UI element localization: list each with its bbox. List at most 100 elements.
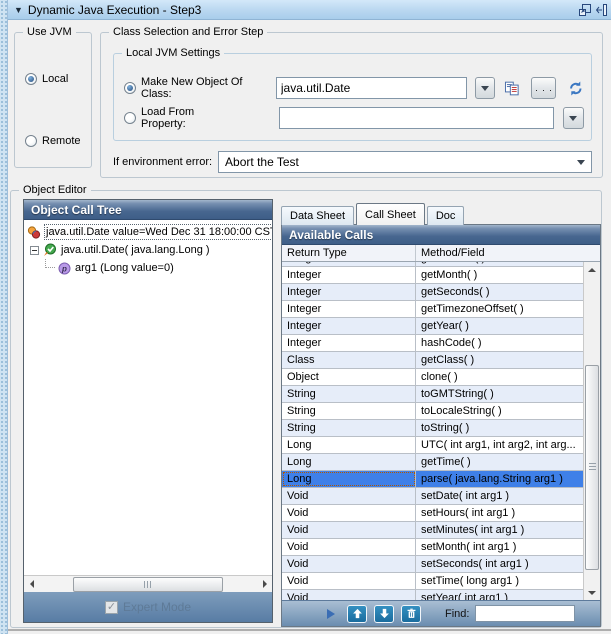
property-input[interactable] (279, 107, 554, 129)
scrollbar-thumb[interactable] (73, 577, 223, 592)
radio-remote[interactable]: Remote (25, 135, 81, 147)
cell-return-type[interactable]: Void (282, 505, 416, 521)
tree-node-arg1[interactable]: p arg1 (Long value=0) (24, 259, 272, 277)
cell-method[interactable]: getYear( ) (416, 318, 583, 334)
cell-method[interactable]: getClass( ) (416, 352, 583, 368)
cell-return-type[interactable]: Integer (282, 318, 416, 334)
cell-method[interactable]: hashCode( ) (416, 335, 583, 351)
table-row[interactable]: StringtoString( ) (282, 420, 583, 437)
property-dropdown-button[interactable] (563, 107, 584, 129)
tab-call-sheet[interactable]: Call Sheet (356, 203, 425, 225)
cell-method[interactable]: setHours( int arg1 ) (416, 505, 583, 521)
cell-method[interactable]: toLocaleString( ) (416, 403, 583, 419)
collapse-node-icon[interactable] (30, 246, 39, 255)
cell-return-type[interactable]: Class (282, 352, 416, 368)
cell-method[interactable]: getTimezoneOffset( ) (416, 301, 583, 317)
table-row[interactable]: VoidsetDate( int arg1 ) (282, 488, 583, 505)
cell-return-type[interactable]: String (282, 403, 416, 419)
calls-vertical-scrollbar[interactable] (583, 262, 600, 600)
scrollbar-track[interactable] (39, 577, 257, 592)
cell-method[interactable]: setDate( int arg1 ) (416, 488, 583, 504)
collapse-section-icon[interactable]: ▼ (14, 5, 23, 15)
column-method-field[interactable]: Method/Field (416, 245, 600, 261)
cell-return-type[interactable]: Integer (282, 335, 416, 351)
delete-button[interactable] (401, 605, 421, 623)
radio-local-icon[interactable] (25, 73, 37, 85)
cell-return-type[interactable]: Void (282, 556, 416, 572)
table-row[interactable]: IntegergetYear( ) (282, 318, 583, 335)
table-row[interactable]: IntegerhashCode( ) (282, 335, 583, 352)
cell-return-type[interactable]: Void (282, 573, 416, 589)
cell-method[interactable]: setMonth( int arg1 ) (416, 539, 583, 555)
object-call-tree[interactable]: java.util.Date value=Wed Dec 31 18:00:00… (24, 220, 272, 575)
table-row[interactable]: LonggetTime( ) (282, 454, 583, 471)
cell-return-type[interactable]: Long (282, 471, 416, 487)
move-up-button[interactable] (347, 605, 367, 623)
move-down-button[interactable] (374, 605, 394, 623)
cell-return-type[interactable]: Long (282, 437, 416, 453)
scroll-down-arrow[interactable] (584, 585, 600, 600)
table-row[interactable]: IntegergetSeconds( ) (282, 284, 583, 301)
cell-method[interactable]: setSeconds( int arg1 ) (416, 556, 583, 572)
cell-method[interactable]: toGMTString( ) (416, 386, 583, 402)
tree-horizontal-scrollbar[interactable] (24, 575, 272, 592)
table-row[interactable]: LongUTC( int arg1, int arg2, int arg... (282, 437, 583, 454)
radio-local[interactable]: Local (25, 73, 68, 85)
cell-return-type[interactable]: Long (282, 454, 416, 470)
table-row[interactable]: Objectclone( ) (282, 369, 583, 386)
float-window-icon[interactable] (578, 3, 592, 17)
cell-method[interactable]: setMinutes( int arg1 ) (416, 522, 583, 538)
cell-method[interactable]: getTime( ) (416, 454, 583, 470)
execute-call-icon[interactable] (327, 609, 335, 619)
scroll-right-arrow[interactable] (257, 576, 272, 592)
table-row[interactable]: VoidsetMinutes( int arg1 ) (282, 522, 583, 539)
find-input[interactable] (475, 605, 575, 622)
browse-class-button[interactable]: . . . (531, 77, 556, 99)
cell-return-type[interactable]: Integer (282, 301, 416, 317)
cell-method[interactable]: getMinutes( ) (416, 262, 583, 266)
radio-load-from-property[interactable] (124, 112, 136, 124)
table-row[interactable]: VoidsetMonth( int arg1 ) (282, 539, 583, 556)
table-row-selected[interactable]: Longparse( java.lang.String arg1 ) (282, 471, 583, 488)
cell-return-type[interactable]: Void (282, 522, 416, 538)
tree-node-constructor[interactable]: java.util.Date( java.lang.Long ) (24, 241, 272, 259)
radio-make-new-object[interactable] (124, 82, 136, 94)
table-row[interactable]: ClassgetClass( ) (282, 352, 583, 369)
cell-return-type[interactable]: String (282, 386, 416, 402)
cell-return-type[interactable]: Void (282, 488, 416, 504)
tab-doc[interactable]: Doc (427, 206, 465, 225)
cell-method[interactable]: getSeconds( ) (416, 284, 583, 300)
table-row[interactable]: StringtoGMTString( ) (282, 386, 583, 403)
cell-return-type[interactable]: Void (282, 539, 416, 555)
table-row[interactable]: VoidsetYear( int arg1 ) (282, 590, 583, 600)
cell-return-type[interactable]: Object (282, 369, 416, 385)
table-row[interactable]: VoidsetHours( int arg1 ) (282, 505, 583, 522)
cell-return-type[interactable]: String (282, 420, 416, 436)
copy-properties-icon[interactable] (504, 80, 520, 97)
scroll-up-arrow[interactable] (584, 262, 600, 277)
scroll-left-arrow[interactable] (24, 576, 39, 592)
scrollbar-thumb[interactable] (585, 365, 599, 570)
table-row[interactable]: IntegergetTimezoneOffset( ) (282, 301, 583, 318)
table-row[interactable]: VoidsetTime( long arg1 ) (282, 573, 583, 590)
refresh-icon[interactable] (568, 80, 584, 97)
table-row[interactable]: VoidsetSeconds( int arg1 ) (282, 556, 583, 573)
table-row[interactable]: IntegergetMonth( ) (282, 267, 583, 284)
tab-data-sheet[interactable]: Data Sheet (281, 206, 354, 225)
cell-return-type[interactable]: Integer (282, 262, 416, 266)
cell-method[interactable]: getMonth( ) (416, 267, 583, 283)
column-return-type[interactable]: Return Type (282, 245, 416, 261)
dock-panel-icon[interactable] (596, 3, 607, 17)
cell-return-type[interactable]: Void (282, 590, 416, 600)
radio-remote-icon[interactable] (25, 135, 37, 147)
cell-method[interactable]: parse( java.lang.String arg1 ) (416, 471, 583, 487)
env-error-combobox[interactable]: Abort the Test (218, 151, 592, 173)
cell-method[interactable]: setTime( long arg1 ) (416, 573, 583, 589)
class-dropdown-button[interactable] (475, 77, 495, 99)
cell-return-type[interactable]: Integer (282, 267, 416, 283)
cell-method[interactable]: clone( ) (416, 369, 583, 385)
cell-method[interactable]: UTC( int arg1, int arg2, int arg... (416, 437, 583, 453)
table-row[interactable]: StringtoLocaleString( ) (282, 403, 583, 420)
class-name-input[interactable] (276, 77, 467, 99)
cell-method[interactable]: setYear( int arg1 ) (416, 590, 583, 600)
